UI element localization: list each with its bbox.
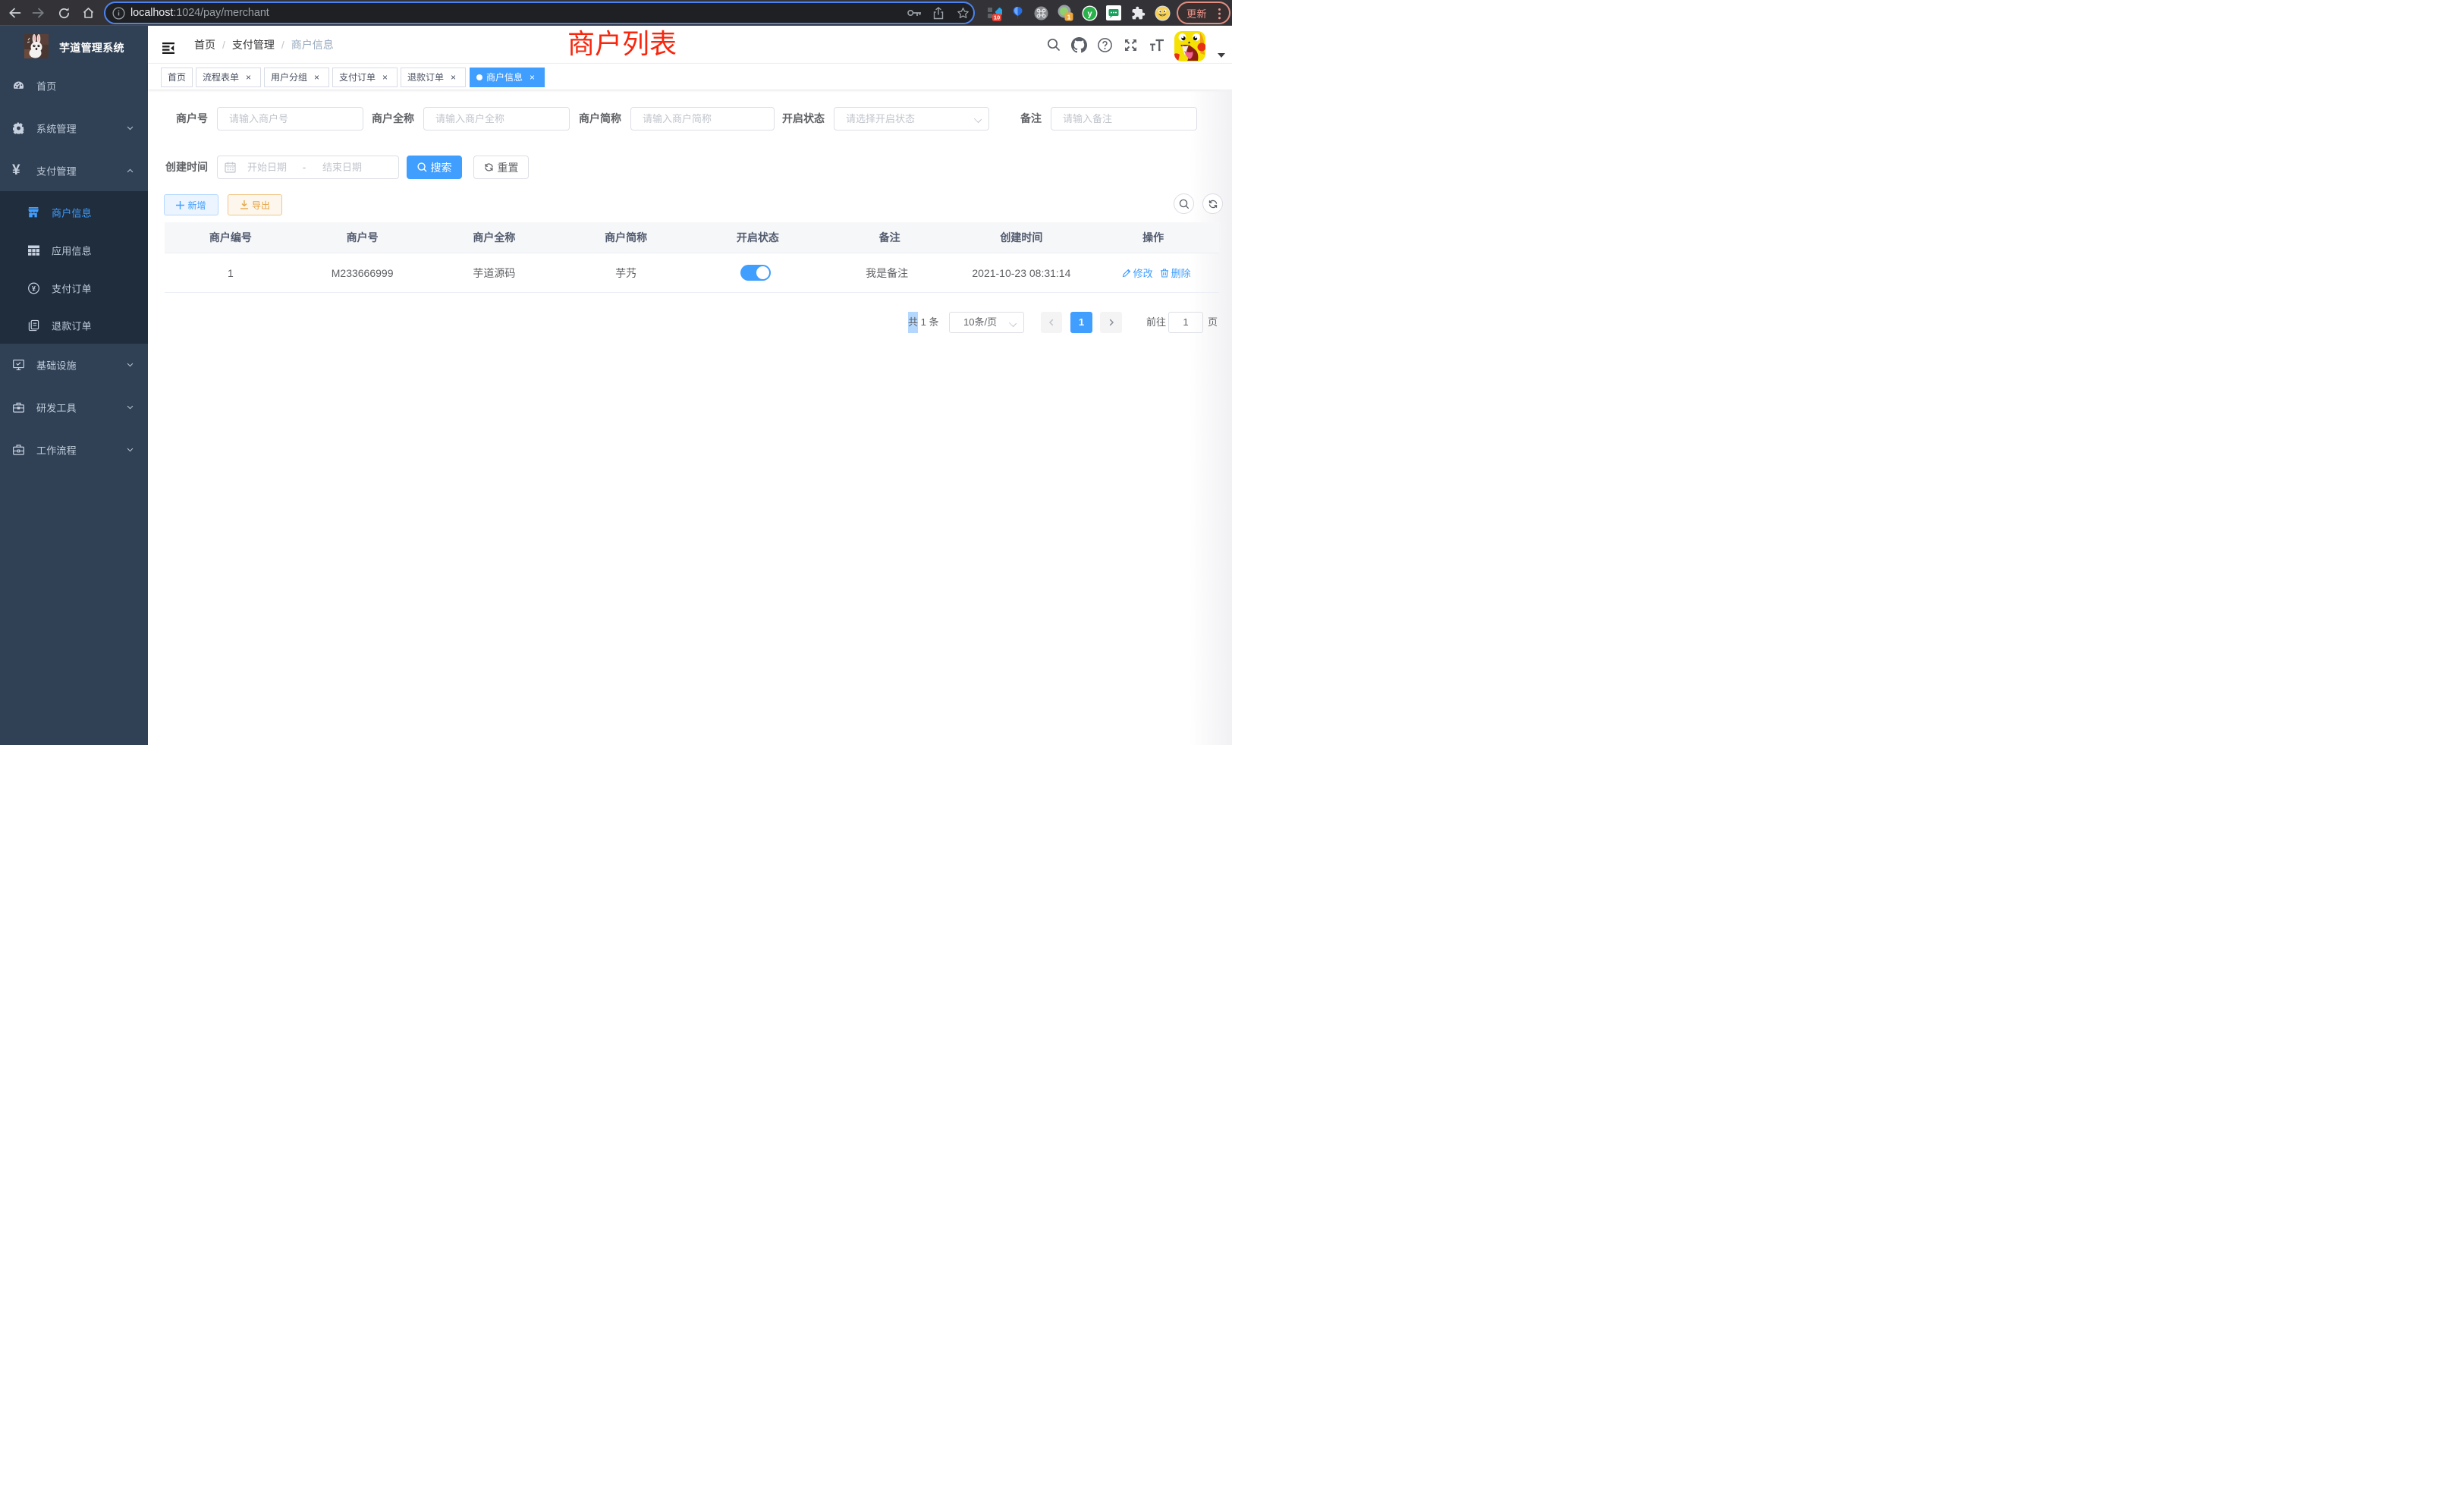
svg-text:y: y (1087, 9, 1092, 18)
svg-text:1: 1 (1067, 13, 1071, 20)
svg-text:10: 10 (994, 14, 1000, 21)
svg-text:¥: ¥ (32, 284, 36, 292)
